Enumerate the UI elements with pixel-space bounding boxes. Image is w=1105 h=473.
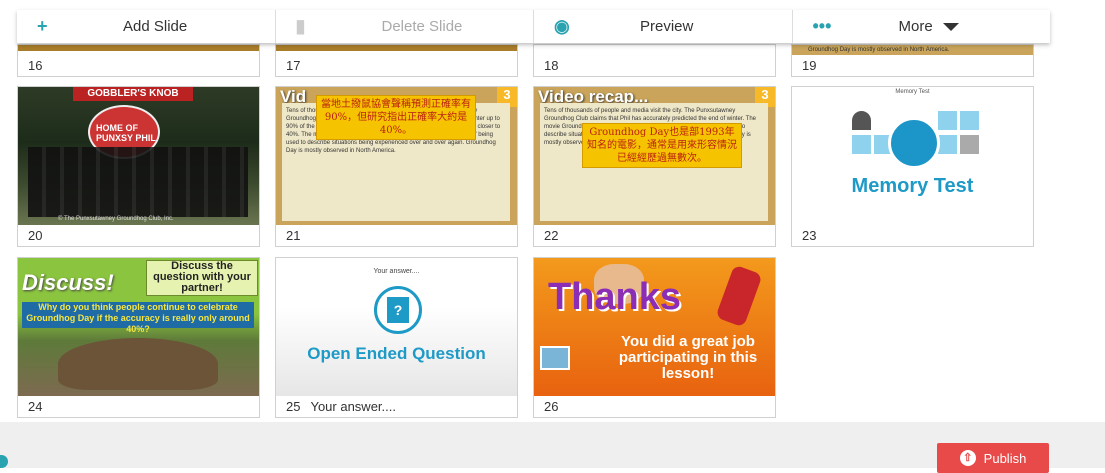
eye-icon: ◉ [554, 16, 570, 36]
students-photo [540, 346, 570, 370]
slide-caption: Groundhog Day is mostly observed in Nort… [808, 47, 950, 53]
slide-number: 21 [286, 228, 301, 243]
slide-number: 20 [28, 228, 43, 243]
slide-card-20[interactable]: GOBBLER'S KNOB HOME OF PUNXSY PHIL © The… [17, 86, 260, 247]
memory-test-icon [888, 117, 940, 169]
slide-thumbnail: Your answer.... ? Open Ended Question [276, 258, 517, 396]
discussion-question: Why do you think people continue to cele… [22, 302, 254, 334]
slide-card-24[interactable]: Discuss! Discuss the question with your … [17, 257, 260, 418]
slide-number-row: 25 Your answer.... [286, 399, 396, 414]
open-ended-icon: ? [374, 286, 422, 334]
translation-note: 當地土撥鼠協會聲稱預測正確率有90%，但研究指出正確率大約是40%。 [316, 95, 476, 140]
home-sign-text: HOME OF PUNXSY PHIL [96, 123, 156, 143]
delete-slide-button[interactable]: ▮ Delete Slide [276, 10, 534, 43]
slide-top-label: Your answer.... [373, 268, 420, 275]
slide-card-23[interactable]: Memory Test Memory Test 23 [791, 86, 1034, 247]
translation-note: Groundhog Day也是部1993年知名的電影，通常是用來形容情況已經經歷… [582, 123, 742, 168]
slide-number: 19 [802, 58, 817, 73]
slide-number: 25 [286, 399, 301, 414]
slide-thumbnail: Discuss! Discuss the question with your … [18, 258, 259, 396]
slide-card-18[interactable]: 18 [533, 44, 776, 77]
slide-card-25[interactable]: Your answer.... ? Open Ended Question 25… [275, 257, 518, 418]
add-slide-label: Add Slide [123, 18, 188, 35]
more-button[interactable]: ••• More [793, 10, 1051, 43]
jumping-man-image [715, 264, 763, 328]
groundhogs-photo [58, 338, 218, 390]
slide-thumbnail: Video recap... 3 Tens of thousands of pe… [534, 87, 775, 225]
slide-top-label: Memory Test [895, 89, 930, 95]
slide-number: 22 [544, 228, 559, 243]
slide-number: 26 [544, 399, 559, 414]
slide-thumbnail: Vid 3 Tens of thousands of people and me… [276, 87, 517, 225]
slide-label: Open Ended Question [307, 344, 486, 363]
publish-button[interactable]: ⇧ Publish [937, 443, 1049, 473]
memory-card [960, 135, 979, 154]
chevron-down-icon [942, 22, 959, 31]
memory-card [938, 111, 957, 130]
thanks-message: You did a great job participating in thi… [618, 333, 758, 382]
slide-card-22[interactable]: Video recap... 3 Tens of thousands of pe… [533, 86, 776, 247]
discuss-box: Discuss the question with your partner! [146, 260, 258, 296]
slide-card-26[interactable]: Thanks You did a great job participating… [533, 257, 776, 418]
slide-title: Discuss! [22, 270, 114, 295]
delete-slide-label: Delete Slide [381, 18, 463, 35]
ellipsis-icon: ••• [812, 16, 832, 36]
slide-thumbnail [276, 45, 517, 51]
group-photo [28, 147, 248, 217]
slide-card-19[interactable]: Groundhog Day is mostly observed in Nort… [791, 44, 1034, 77]
slide-sign: GOBBLER'S KNOB [73, 87, 193, 101]
memory-card [960, 111, 979, 130]
add-slide-button[interactable]: + Add Slide [17, 10, 276, 43]
slide-card-17[interactable]: 17 [275, 44, 518, 77]
slide-number: 23 [802, 228, 817, 243]
more-label: More [898, 18, 933, 35]
trash-icon: ▮ [295, 16, 306, 36]
slide-card-16[interactable]: 16 [17, 44, 260, 77]
plus-icon: + [37, 16, 48, 36]
slide-number: 18 [544, 58, 559, 73]
publish-label: Publish [983, 450, 1027, 466]
slide-thumbnail: Memory Test Memory Test [792, 87, 1033, 225]
slide-label: Memory Test [851, 175, 974, 197]
slide-toolbar: + Add Slide ▮ Delete Slide ◉ Preview •••… [17, 10, 1050, 43]
slide-thumbnail: Groundhog Day is mostly observed in Nort… [792, 45, 1033, 55]
upload-icon: ⇧ [959, 450, 976, 466]
slide-caption: Your answer.... [310, 399, 396, 414]
slide-thumbnail [18, 45, 259, 51]
memory-card [938, 135, 957, 154]
slide-thumbnail-photo: GOBBLER'S KNOB HOME OF PUNXSY PHIL © The… [18, 87, 259, 225]
preview-label: Preview [640, 18, 694, 35]
photo-credit: © The Punxsutawney Groundhog Club, Inc. [58, 216, 174, 222]
slide-card-21[interactable]: Vid 3 Tens of thousands of people and me… [275, 86, 518, 247]
slide-thumbnail: Thanks You did a great job participating… [534, 258, 775, 396]
memory-card [852, 135, 871, 154]
preview-button[interactable]: ◉ Preview [534, 10, 793, 43]
slide-number: 16 [28, 58, 43, 73]
slide-number: 17 [286, 58, 301, 73]
slide-title: Thanks [548, 276, 682, 318]
slide-number: 24 [28, 399, 43, 414]
hat-icon [852, 111, 871, 130]
